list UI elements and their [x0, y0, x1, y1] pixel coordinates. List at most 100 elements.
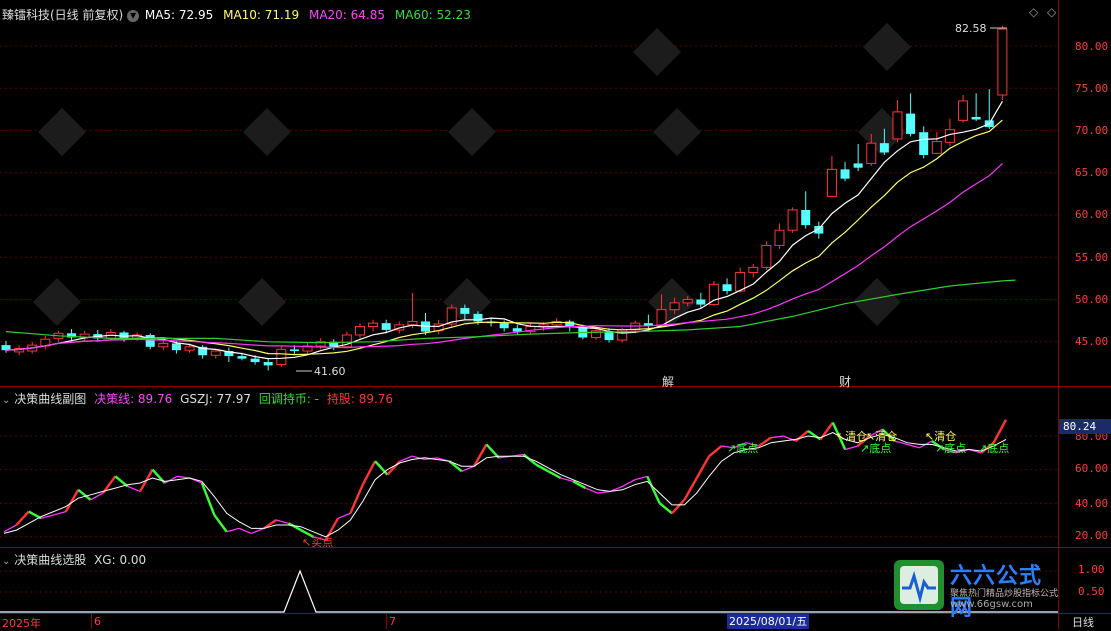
- watermark-diamond: [237, 277, 287, 327]
- decision-line-segment: [906, 443, 920, 449]
- watermark-diamond: [242, 107, 292, 157]
- decision-line-segment: [522, 453, 537, 466]
- decision-line-segment: [349, 484, 364, 514]
- y-tick: 75.00: [1075, 82, 1109, 95]
- candle-body: [826, 168, 837, 197]
- candle-body: [512, 328, 522, 332]
- gszj-line: [3, 432, 1007, 538]
- candle-body: [879, 143, 889, 153]
- candle-body: [210, 350, 221, 356]
- watermark-diamond: [32, 277, 82, 327]
- y-tick: 1.00: [1078, 563, 1105, 576]
- decision-line-segment: [251, 527, 265, 535]
- decision-line-segment: [361, 460, 377, 486]
- time-tick: [386, 614, 387, 629]
- y-tick: 20.00: [1075, 529, 1109, 542]
- candle-body: [682, 299, 693, 304]
- current-value-tag: 80.24: [1059, 419, 1111, 434]
- decision-line-segment: [708, 445, 723, 458]
- y-tick: 55.00: [1075, 251, 1109, 264]
- decision-line-segment: [64, 489, 80, 513]
- candle-body: [931, 140, 942, 154]
- decision-line-segment: [992, 419, 1008, 444]
- decision-line-segment: [461, 465, 475, 472]
- bottom-label: ↗底点: [727, 441, 758, 455]
- moving-average-lines: [5, 100, 1016, 360]
- y-tick: 0.50: [1078, 585, 1105, 598]
- candle-body: [184, 346, 195, 351]
- candle-body: [499, 323, 509, 329]
- time-tick: [91, 614, 92, 629]
- y-tick: 60.00: [1075, 462, 1109, 475]
- period-label[interactable]: 日线: [1072, 614, 1094, 630]
- candle-body: [354, 326, 365, 336]
- brand-url: www.66gsw.com: [950, 599, 1033, 610]
- decision-line-segment: [177, 475, 190, 479]
- event-marker: 解: [662, 375, 674, 389]
- candle-body: [801, 209, 811, 226]
- decision-line-segment: [213, 514, 228, 533]
- brand-logo-icon: [894, 560, 944, 610]
- decision-line-segment: [807, 429, 822, 441]
- decision-line-segment: [473, 443, 488, 467]
- watermark-diamond: [37, 107, 87, 157]
- candle-body: [368, 322, 379, 328]
- candle-body: [722, 284, 732, 292]
- decision-line-segment: [683, 477, 698, 501]
- time-axis-divider: [0, 613, 1111, 614]
- decision-line-segment: [695, 455, 711, 479]
- clear-label: ↖清仓: [836, 429, 867, 443]
- chart-canvas[interactable]: 82.5841.60解 财↖买点↖清仓↖清仓 ↖清仓↗底点 ↗底点 ↗底点 ↗底点: [0, 0, 1058, 613]
- y-tick: 45.00: [1075, 335, 1109, 348]
- watermark-diamond: [632, 27, 682, 77]
- decision-line-segment: [15, 510, 30, 526]
- candle-body: [460, 307, 470, 314]
- decision-line-segment: [535, 463, 549, 473]
- event-marker: 财: [839, 375, 851, 389]
- candle-body: [997, 28, 1008, 96]
- bottom-label: ↗底点: [935, 441, 966, 455]
- y-tick: 65.00: [1075, 166, 1109, 179]
- decision-line-segment: [386, 460, 401, 476]
- decision-line-segment: [658, 502, 673, 515]
- decision-line-segment: [53, 510, 67, 516]
- decision-line-segment: [238, 527, 252, 535]
- brand-watermark: 六六公式网 聚焦热门精品炒股指标公式 www.66gsw.com: [892, 558, 1059, 621]
- high-marker: 82.58: [955, 22, 987, 35]
- brand-slogan: 聚焦热门精品炒股指标公式: [950, 589, 1059, 599]
- candle-body: [748, 266, 759, 273]
- y-tick: 50.00: [1075, 293, 1109, 306]
- candle-body: [604, 331, 614, 341]
- candle-body: [381, 323, 391, 330]
- candle-body: [407, 320, 418, 326]
- candle-body: [853, 163, 863, 168]
- candle-body: [958, 100, 969, 121]
- decision-line-segment: [547, 470, 562, 480]
- candle-body: [892, 111, 903, 140]
- cursor-date: 2025/08/01/五: [727, 614, 810, 629]
- low-marker: 41.60: [314, 365, 346, 378]
- bottom-label: ↗底点: [978, 441, 1009, 455]
- decision-line-segment: [275, 519, 289, 524]
- decision-line-segment: [226, 527, 240, 533]
- y-tick: 70.00: [1075, 124, 1109, 137]
- candle-body: [171, 343, 181, 351]
- y-tick: 80.00: [1075, 40, 1109, 53]
- decision-line-segment: [597, 490, 611, 494]
- decision-line-segment: [200, 482, 216, 516]
- candle-body: [237, 356, 247, 359]
- decision-line-segment: [374, 460, 389, 476]
- decision-line-segment: [485, 443, 500, 459]
- watermark-diamond: [447, 107, 497, 157]
- candle-body: [761, 244, 772, 268]
- y-tick: 40.00: [1075, 497, 1109, 510]
- clear-label: ↖清仓: [925, 429, 956, 443]
- buy-point-label: ↖买点: [302, 536, 333, 549]
- candle-body: [669, 302, 680, 311]
- candle-body: [276, 348, 287, 366]
- decision-line-segment: [646, 475, 661, 504]
- candle-body: [840, 169, 850, 179]
- decision-line-segment: [770, 435, 784, 439]
- decision-line-segment: [337, 512, 351, 519]
- candle-body: [906, 113, 916, 134]
